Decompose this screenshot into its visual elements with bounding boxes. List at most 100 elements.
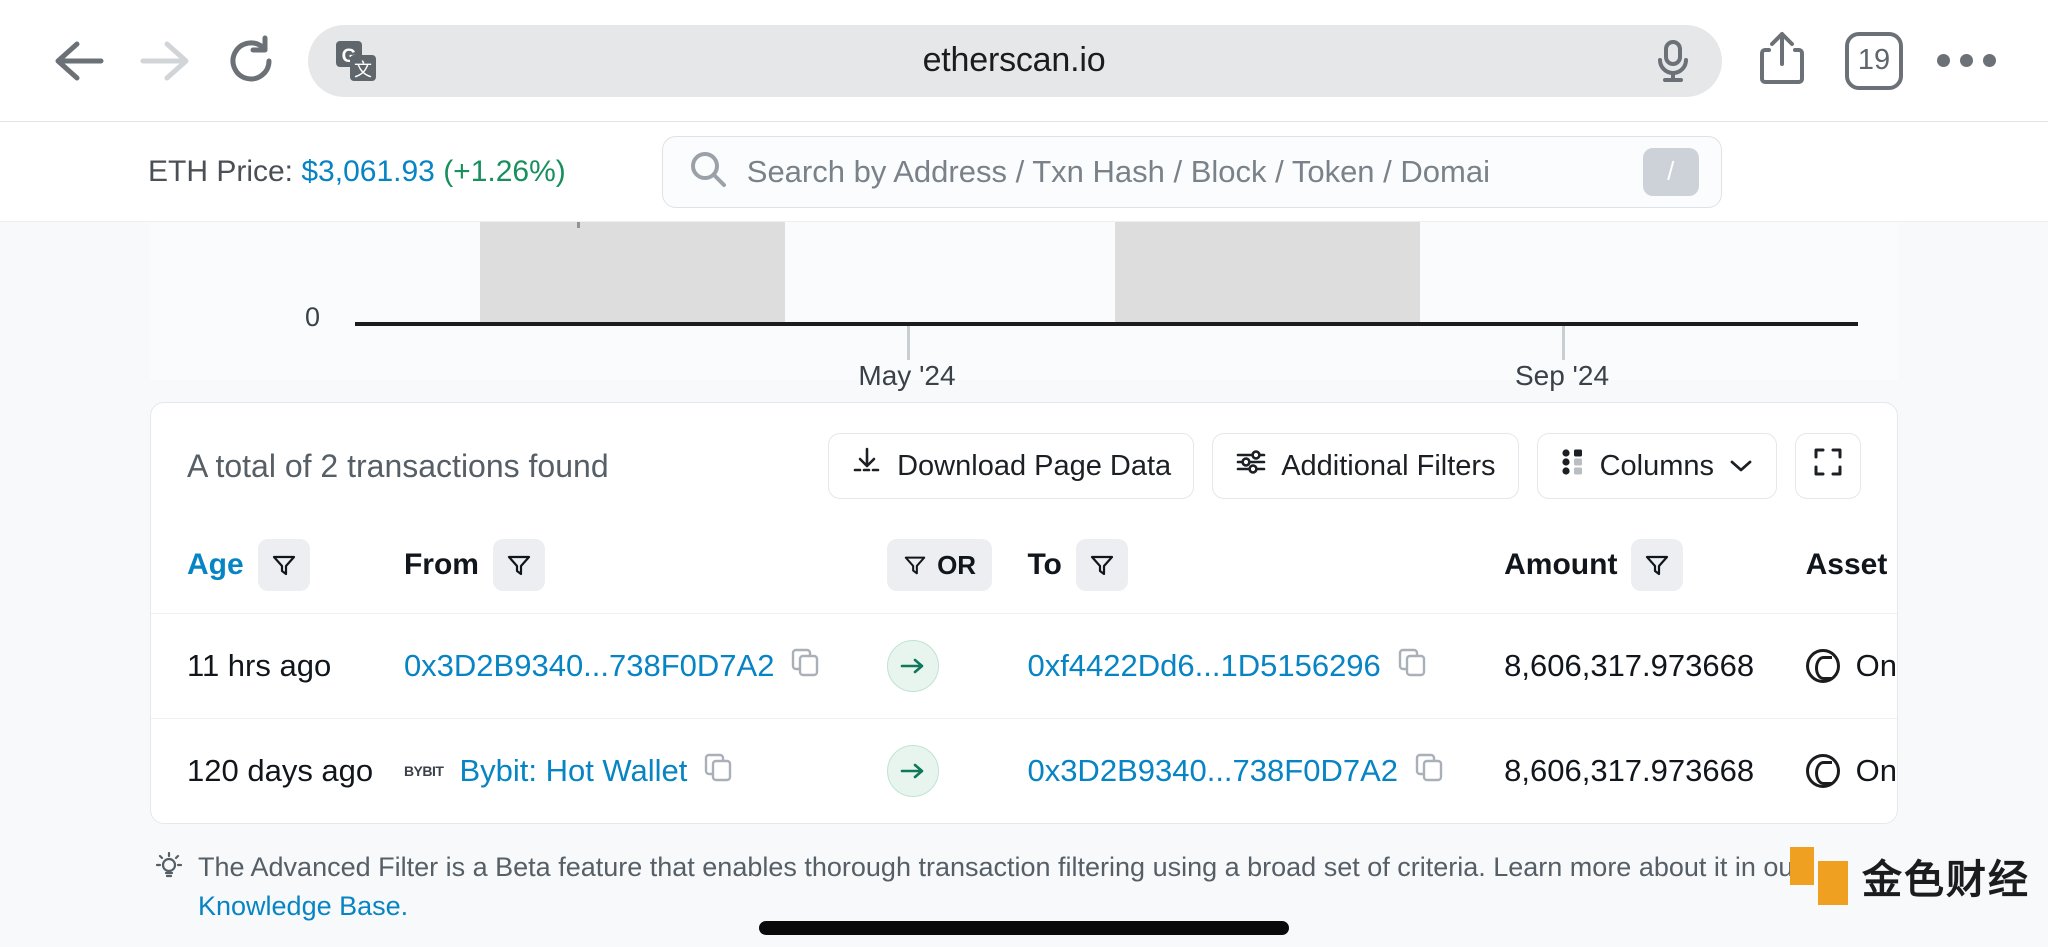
- from-address-link[interactable]: 0x3D2B9340...738F0D7A2: [404, 648, 775, 684]
- x-axis-tick: [907, 326, 910, 360]
- copy-icon[interactable]: [1397, 647, 1427, 685]
- y-axis-tick: [577, 222, 580, 228]
- to-address-link[interactable]: 0x3D2B9340...738F0D7A2: [1027, 753, 1398, 789]
- additional-filters-button[interactable]: Additional Filters: [1212, 433, 1519, 499]
- beta-note-body: The Advanced Filter is a Beta feature th…: [198, 852, 1803, 882]
- share-icon: [1759, 31, 1805, 90]
- column-header-from[interactable]: From: [404, 525, 887, 614]
- column-header-to[interactable]: To: [1027, 525, 1504, 614]
- lightbulb-icon: [154, 848, 184, 926]
- microphone-icon[interactable]: [1646, 34, 1700, 88]
- watermark-text: 金色财经: [1862, 858, 2030, 902]
- chart-band: [1115, 222, 1420, 322]
- direction-arrow-icon: [887, 640, 940, 692]
- filter-icon-from[interactable]: [492, 539, 545, 591]
- column-header-amount[interactable]: Amount: [1504, 525, 1806, 614]
- filter-icon-age[interactable]: [257, 539, 310, 591]
- forward-button[interactable]: [122, 18, 208, 104]
- chart-band: [480, 222, 785, 322]
- share-button[interactable]: [1736, 18, 1828, 104]
- column-header-age[interactable]: Age: [151, 525, 404, 614]
- asset-name: On: [1855, 648, 1897, 683]
- fullscreen-button[interactable]: [1795, 433, 1861, 499]
- search-shortcut-key: /: [1642, 147, 1699, 196]
- column-header-amount-label: Amount: [1504, 548, 1618, 581]
- transactions-table: Age From OR To Amount Asset 11 hrs ago 0…: [151, 525, 1897, 823]
- tab-count-button[interactable]: 19: [1828, 18, 1920, 104]
- x-axis-tick: [1562, 326, 1565, 360]
- column-header-or[interactable]: OR: [887, 525, 1027, 614]
- eth-price-change: (+1.26%): [443, 154, 566, 188]
- transactions-card: A total of 2 transactions found Download…: [150, 402, 1898, 824]
- download-page-data-button[interactable]: Download Page Data: [828, 433, 1195, 499]
- chevron-down-icon: [1728, 450, 1754, 483]
- transactions-chart: 0 May '24 Sep '24: [150, 222, 1898, 391]
- url-bar[interactable]: G 文 etherscan.io: [308, 24, 1722, 97]
- more-menu-button[interactable]: [1920, 18, 2012, 104]
- column-header-from-label: From: [403, 548, 479, 581]
- back-button[interactable]: [36, 18, 122, 104]
- column-grid-icon: [1560, 447, 1586, 485]
- from-address-link[interactable]: Bybit: Hot Wallet: [459, 753, 687, 789]
- site-search-input[interactable]: Search by Address / Txn Hash / Block / T…: [661, 135, 1722, 208]
- chart-plot-area: [355, 222, 1898, 322]
- page-content: 0 May '24 Sep '24 A total of 2 transacti…: [0, 222, 2048, 947]
- cell-asset: On: [1805, 718, 1897, 823]
- eth-price-value[interactable]: $3,061.93: [301, 155, 434, 188]
- reload-button[interactable]: [208, 18, 294, 104]
- table-row[interactable]: 120 days ago BYBIT Bybit: Hot Wallet 0x3…: [151, 718, 1897, 823]
- x-axis-label: Sep '24: [1514, 360, 1610, 391]
- home-indicator: [759, 921, 1289, 935]
- svg-text:文: 文: [354, 60, 372, 80]
- beta-feature-note: The Advanced Filter is a Beta feature th…: [150, 824, 1898, 926]
- table-row[interactable]: 11 hrs ago 0x3D2B9340...738F0D7A2 0xf442…: [151, 613, 1897, 719]
- cell-amount: 8,606,317.973668: [1504, 718, 1806, 823]
- columns-label: Columns: [1599, 449, 1714, 482]
- copy-icon[interactable]: [790, 647, 820, 685]
- filter-icon-to[interactable]: [1075, 539, 1128, 591]
- cell-direction: [887, 613, 1028, 719]
- cell-asset: On: [1805, 613, 1897, 719]
- more-dots-icon: [1936, 54, 1996, 67]
- cell-age: 11 hrs ago: [151, 613, 404, 719]
- browser-toolbar: G 文 etherscan.io 19: [0, 0, 2048, 122]
- beta-note-text: The Advanced Filter is a Beta feature th…: [198, 848, 1894, 926]
- columns-button[interactable]: Columns: [1536, 433, 1777, 499]
- cell-amount: 8,606,317.973668: [1504, 613, 1806, 719]
- or-label: OR: [937, 549, 977, 580]
- copy-icon[interactable]: [703, 752, 733, 790]
- back-arrow-icon: [51, 38, 107, 84]
- asset-token-icon: [1805, 754, 1840, 788]
- tab-count-badge: 19: [1845, 31, 1903, 90]
- cell-from: 0x3D2B9340...738F0D7A2: [403, 613, 888, 719]
- download-page-data-label: Download Page Data: [897, 449, 1172, 482]
- sliders-icon: [1235, 446, 1267, 486]
- eth-price-label: ETH Price:: [148, 154, 294, 188]
- asset-name: On: [1855, 753, 1897, 788]
- watermark: 金色财经: [1790, 847, 2030, 905]
- chart-x-axis: [355, 322, 1858, 326]
- expand-icon: [1813, 447, 1843, 485]
- x-axis-label: May '24: [858, 360, 956, 391]
- forward-arrow-icon: [137, 38, 193, 84]
- direction-arrow-icon: [887, 745, 940, 797]
- column-header-asset-label: Asset: [1805, 548, 1888, 581]
- translate-icon[interactable]: G 文: [330, 35, 382, 87]
- copy-icon[interactable]: [1414, 752, 1444, 790]
- to-address-link[interactable]: 0xf4422Dd6...1D5156296: [1027, 648, 1380, 684]
- download-icon: [851, 446, 883, 486]
- y-axis-label-zero: 0: [305, 302, 321, 332]
- filter-icon-amount[interactable]: [1631, 539, 1684, 591]
- column-header-to-label: To: [1027, 548, 1062, 581]
- cell-from: BYBIT Bybit: Hot Wallet: [403, 718, 888, 823]
- url-text: etherscan.io: [922, 41, 1106, 79]
- reload-icon: [225, 35, 277, 87]
- knowledge-base-link[interactable]: Knowledge Base.: [198, 891, 408, 921]
- column-header-asset[interactable]: Asset: [1806, 525, 1897, 614]
- search-placeholder: Search by Address / Txn Hash / Block / T…: [746, 153, 1490, 189]
- or-filter-badge[interactable]: OR: [887, 539, 993, 591]
- bybit-logo-icon: BYBIT: [403, 763, 444, 779]
- watermark-logo-icon: [1790, 847, 1848, 905]
- additional-filters-label: Additional Filters: [1281, 449, 1496, 482]
- search-icon: [689, 150, 727, 193]
